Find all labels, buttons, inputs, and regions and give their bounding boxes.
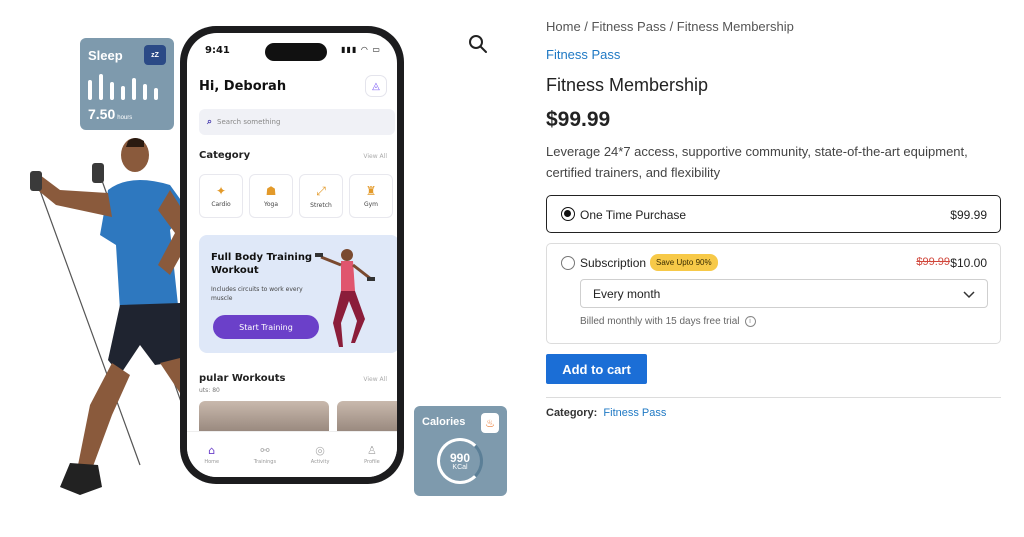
billing-note-text: Billed monthly with 15 days free trial (580, 316, 740, 327)
breadcrumb-current: Fitness Membership (676, 19, 794, 34)
breadcrumb: Home / Fitness Pass / Fitness Membership (546, 19, 794, 34)
phone-search-placeholder: Search something (217, 118, 281, 126)
chevron-down-icon (963, 291, 975, 299)
phone-category-yoga: ☗ Yoga (249, 174, 293, 218)
phone-screen: 9:41 ▮▮▮ ◠ ▭ Hi, Deborah ◬ ⌕ Search some… (187, 33, 397, 477)
dumbbell-icon: ♜ (365, 184, 377, 198)
phone-tabbar: ⌂ Home ⚯ Trainings ◎ Activity ♙ Profile (187, 431, 397, 477)
phone-view-all: View All (363, 153, 387, 160)
dumbbell-icon: ⚯ (260, 444, 270, 457)
product-page: 9:41 ▮▮▮ ◠ ▭ Hi, Deborah ◬ ⌕ Search some… (0, 0, 1024, 537)
sleep-bars (88, 74, 158, 100)
product-image[interactable]: 9:41 ▮▮▮ ◠ ▭ Hi, Deborah ◬ ⌕ Search some… (0, 0, 520, 537)
woman-figure (315, 249, 375, 347)
activity-icon: ◎ (315, 444, 325, 457)
home-icon: ⌂ (208, 444, 216, 457)
banner-title: Full Body Training Workout (211, 252, 313, 276)
calories-value: 990 (449, 450, 471, 465)
sleep-value: 7.50 hours (88, 106, 133, 122)
frequency-selected-value: Every month (593, 286, 661, 301)
calories-unit: KCal (452, 463, 468, 471)
phone-category-title: Category (199, 150, 251, 161)
calories-title: Calories (422, 416, 466, 428)
product-title: Fitness Membership (546, 75, 709, 95)
phone-view-all-2: View All (363, 376, 387, 383)
calories-ring: 990 KCal (437, 438, 483, 484)
breadcrumb-category-link[interactable]: Fitness Pass (592, 19, 666, 34)
breadcrumb-separator: / (665, 19, 677, 34)
phone-tab-trainings: ⚯ Trainings (253, 444, 277, 465)
search-icon: ⌕ (207, 117, 213, 127)
status-time: 9:41 (205, 45, 230, 56)
phone-category-row: ✦ Cardio ☗ Yoga ⤢ Stretch ♜ Gym (199, 174, 393, 218)
phone-search-bar: ⌕ Search something (199, 109, 395, 135)
category-meta-label: Category: (546, 407, 598, 419)
phone-category-gym: ♜ Gym (349, 174, 393, 218)
cardio-icon: ✦ (215, 184, 227, 198)
phone-mockup: 9:41 ▮▮▮ ◠ ▭ Hi, Deborah ◬ ⌕ Search some… (180, 26, 404, 484)
one-time-purchase-option[interactable]: One Time Purchase $99.99 (546, 195, 1001, 233)
product-meta: Category: Fitness Pass (546, 407, 666, 419)
breadcrumb-home-link[interactable]: Home (546, 19, 581, 34)
subscription-option[interactable]: Subscription Save Upto 90% $99.99 $10.00… (546, 243, 1001, 344)
phone-workout-banner: Full Body Training Workout Includes circ… (199, 235, 397, 353)
profile-icon: ♙ (366, 444, 377, 457)
one-time-radio[interactable] (561, 207, 575, 221)
sleep-icon: zZ (144, 45, 166, 65)
subscription-label: Subscription (580, 256, 647, 270)
billing-note: Billed monthly with 15 days free trial i (580, 316, 756, 327)
one-time-price: $99.99 (950, 208, 987, 222)
one-time-label: One Time Purchase (580, 208, 687, 222)
product-price: $99.99 (546, 108, 611, 131)
sleep-card: Sleep zZ 7.50 hours (80, 38, 174, 130)
sleep-title: Sleep (88, 48, 123, 63)
start-training-button: Start Training (213, 315, 319, 339)
subscription-radio[interactable] (561, 256, 575, 270)
flame-icon: ♨ (481, 413, 499, 433)
frequency-select[interactable]: Every month (580, 279, 988, 308)
banner-description: Includes circuits to work every muscle (211, 286, 303, 302)
bell-icon: ◬ (365, 75, 387, 97)
subscription-old-price: $99.99 (916, 256, 950, 268)
phone-tab-home: ⌂ Home (204, 444, 220, 465)
phone-tab-activity: ◎ Activity (310, 444, 330, 465)
save-badge: Save Upto 90% (650, 254, 718, 271)
category-meta-link[interactable]: Fitness Pass (603, 407, 666, 419)
phone-category-stretch: ⤢ Stretch (299, 174, 343, 218)
calories-card: Calories ♨ 990 KCal (414, 406, 507, 496)
info-icon[interactable]: i (744, 316, 756, 327)
divider (546, 397, 1001, 398)
yoga-icon: ☗ (265, 184, 277, 198)
phone-category-cardio: ✦ Cardio (199, 174, 243, 218)
phone-popular-sub: uts: 80 (199, 387, 220, 394)
phone-tab-profile: ♙ Profile (364, 444, 380, 465)
phone-notch (265, 43, 327, 61)
stretch-icon: ⤢ (316, 183, 326, 198)
breadcrumb-separator: / (580, 19, 592, 34)
zoom-search-icon[interactable] (466, 32, 490, 56)
product-description: Leverage 24*7 access, supportive communi… (546, 144, 968, 180)
add-to-cart-button[interactable]: Add to cart (546, 354, 647, 384)
status-icons: ▮▮▮ ◠ ▭ (341, 45, 381, 54)
subscription-price: $10.00 (950, 256, 987, 270)
product-category-link[interactable]: Fitness Pass (546, 47, 620, 62)
phone-popular-title: pular Workouts (199, 373, 286, 384)
greeting: Hi, Deborah (199, 79, 287, 94)
